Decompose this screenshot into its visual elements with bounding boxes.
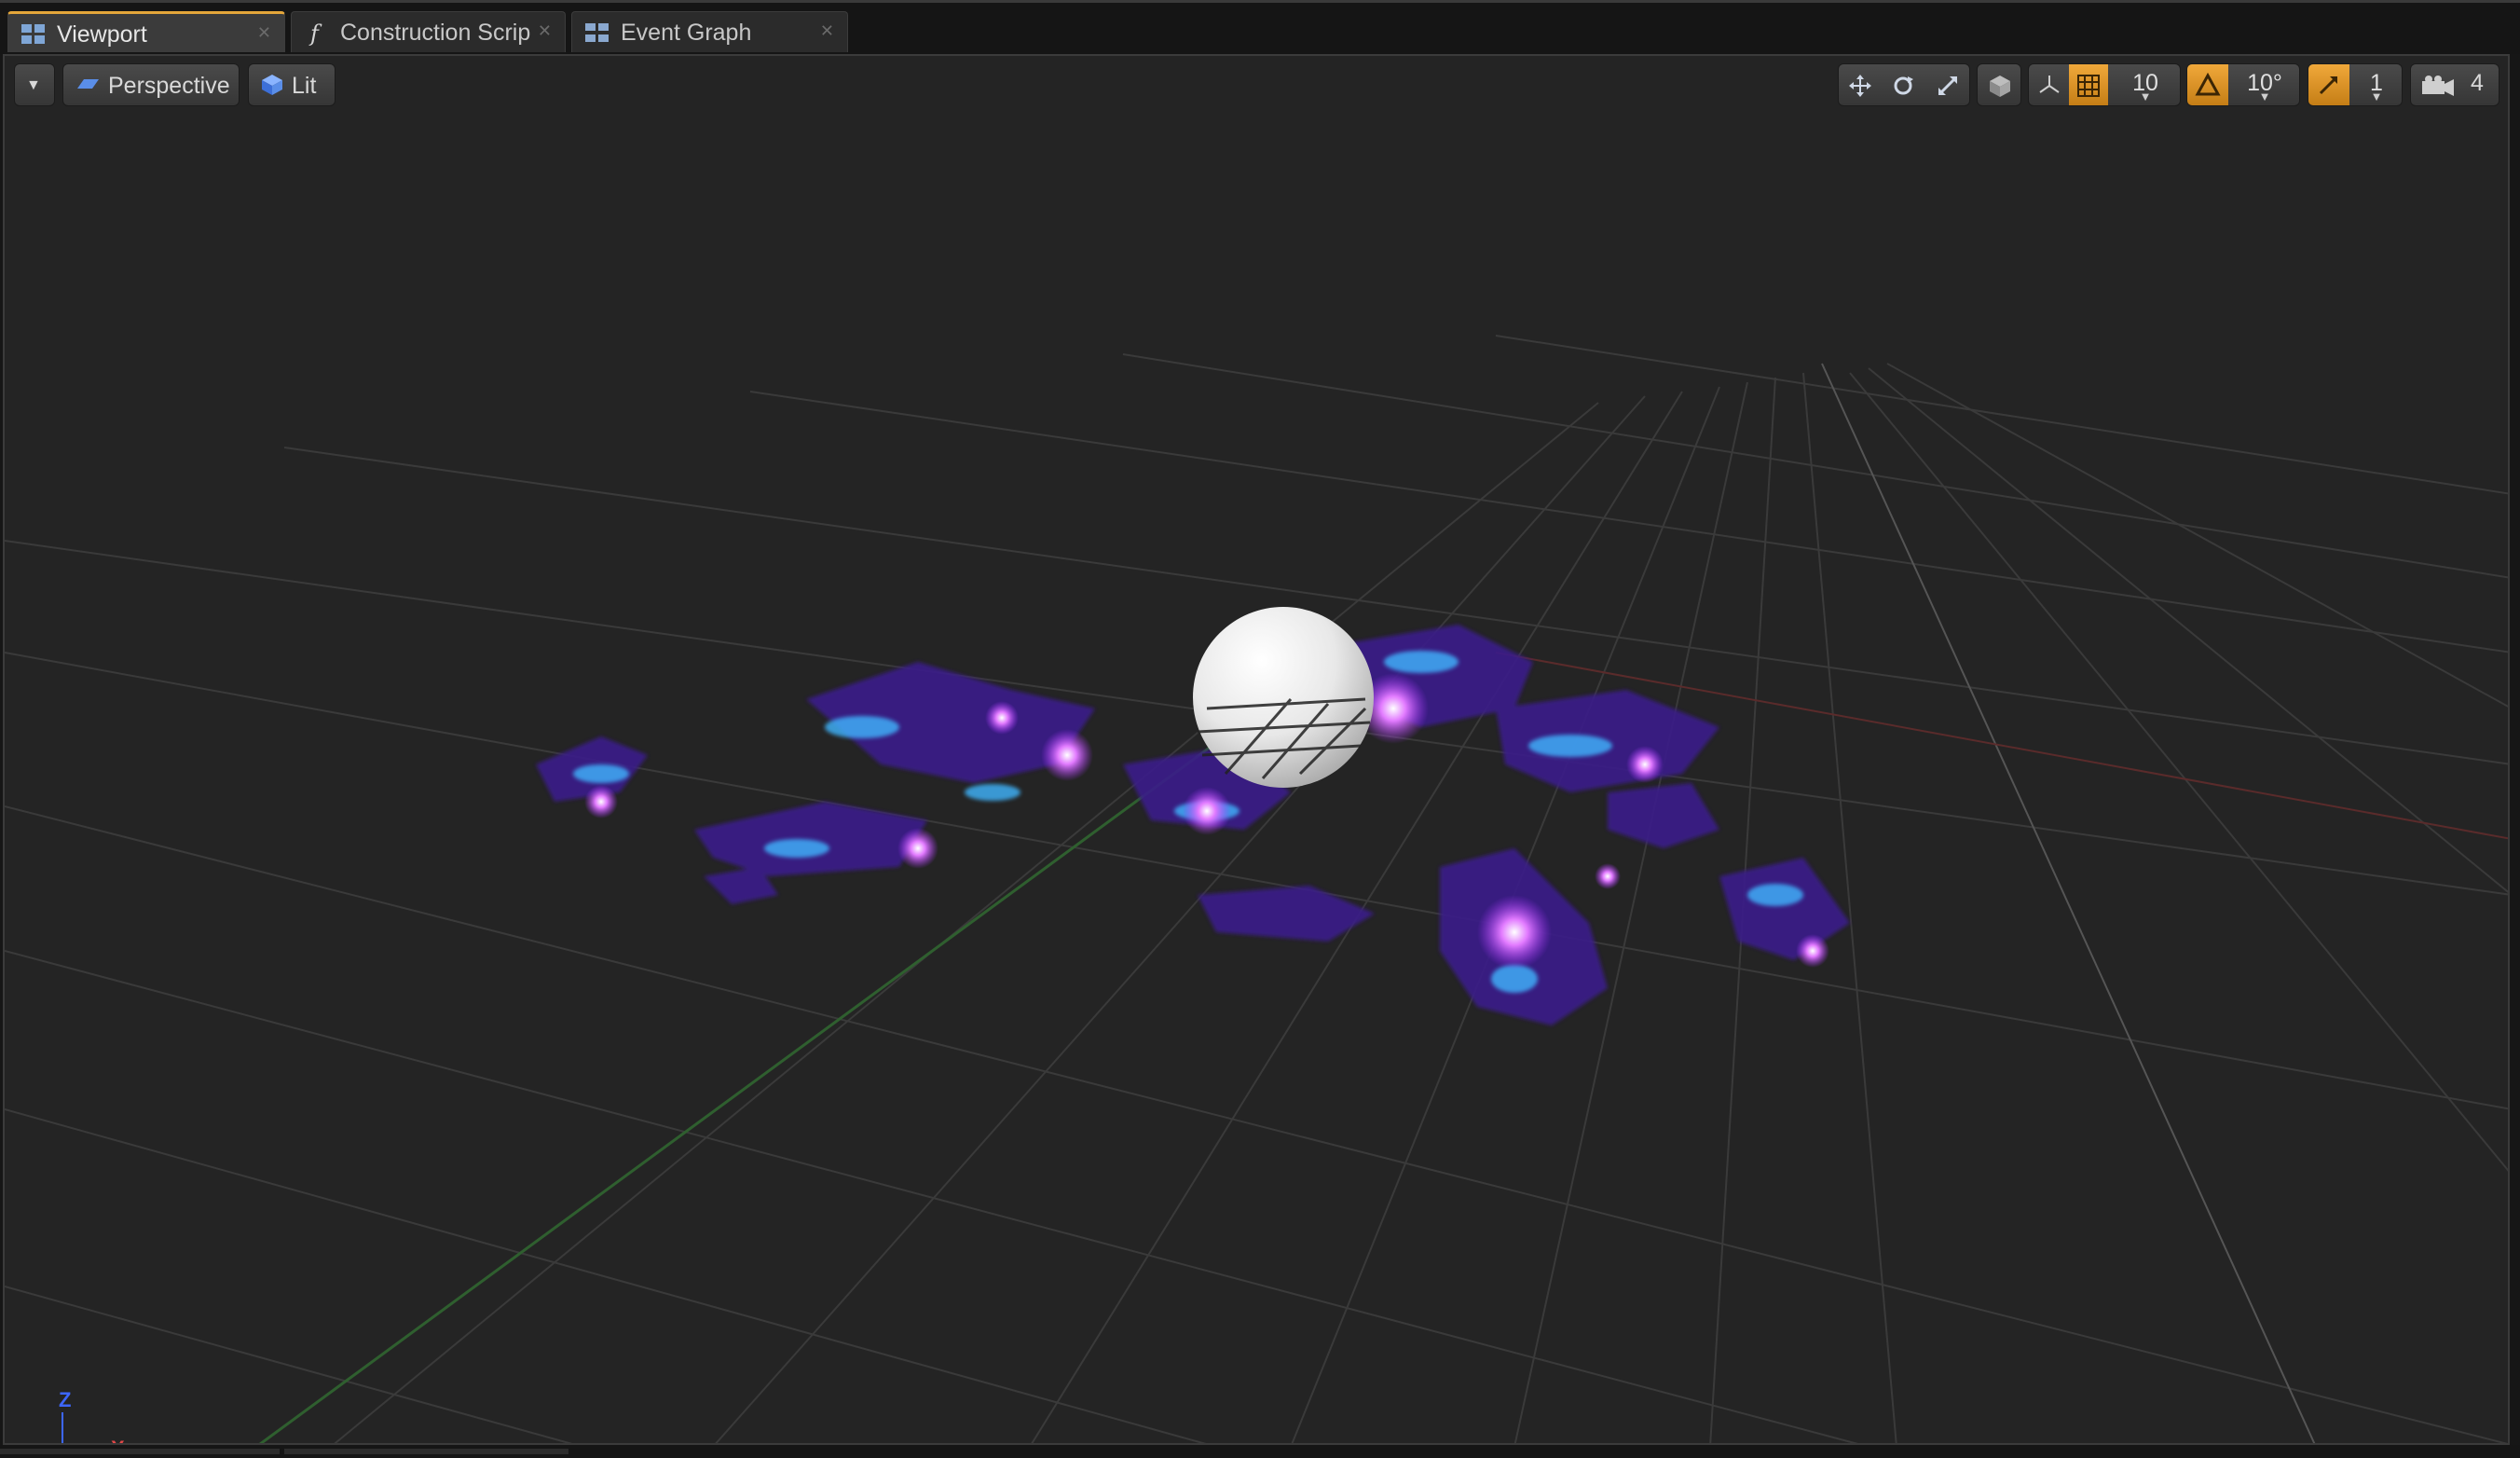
scene-3d: [5, 335, 2508, 1443]
close-icon[interactable]: ✕: [257, 23, 271, 43]
angle-icon: [2195, 73, 2221, 96]
particle-field: [536, 625, 1850, 1025]
surface-snap-icon[interactable]: [2036, 74, 2062, 98]
lighting-mode-button[interactable]: Lit: [248, 63, 336, 106]
lighting-mode-label: Lit: [292, 73, 317, 99]
axis-gizmo: Z Y X: [42, 1384, 144, 1443]
viewport-grid-icon: [21, 24, 45, 44]
view-mode-button[interactable]: Perspective: [62, 63, 240, 106]
camera-icon: [2422, 76, 2454, 96]
tab-construction-script[interactable]: f Construction Scrip ✕: [291, 11, 566, 52]
event-graph-icon: [585, 23, 609, 42]
bottom-strip: [0, 1445, 2520, 1458]
lit-cube-icon: [262, 75, 282, 95]
perspective-icon: [77, 79, 99, 89]
chevron-down-icon: ▼: [2139, 89, 2152, 103]
tab-bar: Viewport ✕ f Construction Scrip ✕ Event …: [0, 0, 2520, 54]
rotate-icon[interactable]: [1891, 74, 1915, 98]
axis-x-label: X: [111, 1437, 125, 1443]
axis-z-label: Z: [59, 1388, 72, 1411]
grid-snap-group: 10 ▼: [2028, 63, 2181, 106]
camera-speed-value: 4: [2471, 70, 2484, 96]
camera-speed-button[interactable]: 4: [2410, 63, 2499, 106]
chevron-down-icon: ▼: [2370, 89, 2383, 103]
rotation-snap-group: 10° ▼: [2186, 63, 2300, 106]
close-icon[interactable]: ✕: [820, 21, 834, 41]
function-icon: f: [308, 21, 322, 46]
rotation-snap-value-dropdown[interactable]: 10° ▼: [2230, 64, 2299, 105]
transform-tools-group: [1838, 63, 1970, 106]
coordinate-system-button[interactable]: [1977, 63, 2021, 106]
scale-snap-toggle[interactable]: [2308, 64, 2349, 105]
viewport-options-button[interactable]: ▼: [14, 63, 55, 106]
sphere-actor: [1193, 607, 1374, 788]
grid-snap-toggle[interactable]: [2069, 64, 2108, 105]
chevron-down-icon: ▼: [2258, 89, 2271, 103]
rotation-snap-toggle[interactable]: [2187, 64, 2228, 105]
tab-event-graph[interactable]: Event Graph ✕: [571, 11, 848, 52]
svg-text:f: f: [308, 21, 322, 46]
close-icon[interactable]: ✕: [538, 21, 552, 41]
world-cube-icon: [1990, 76, 2010, 97]
tab-event-graph-label: Event Graph: [621, 20, 752, 46]
chevron-down-icon: ▼: [26, 77, 41, 93]
viewport[interactable]: ▼ Perspective Lit 10 ▼ 10° ▼ 1 ▼ 4 Z: [3, 54, 2510, 1445]
view-mode-label: Perspective: [108, 73, 230, 99]
scale-snap-value-dropdown[interactable]: 1 ▼: [2351, 64, 2402, 105]
grid-snap-value-dropdown[interactable]: 10 ▼: [2111, 64, 2180, 105]
move-icon[interactable]: [1848, 74, 1872, 98]
tab-viewport[interactable]: Viewport ✕: [7, 11, 285, 52]
tab-construction-script-label: Construction Scrip: [340, 20, 531, 46]
scale-snap-group: 1 ▼: [2308, 63, 2403, 106]
scale-icon[interactable]: [1936, 74, 1960, 98]
scale-snap-icon: [2319, 76, 2337, 95]
tab-viewport-label: Viewport: [57, 21, 147, 48]
grid-icon: [2077, 75, 2100, 97]
